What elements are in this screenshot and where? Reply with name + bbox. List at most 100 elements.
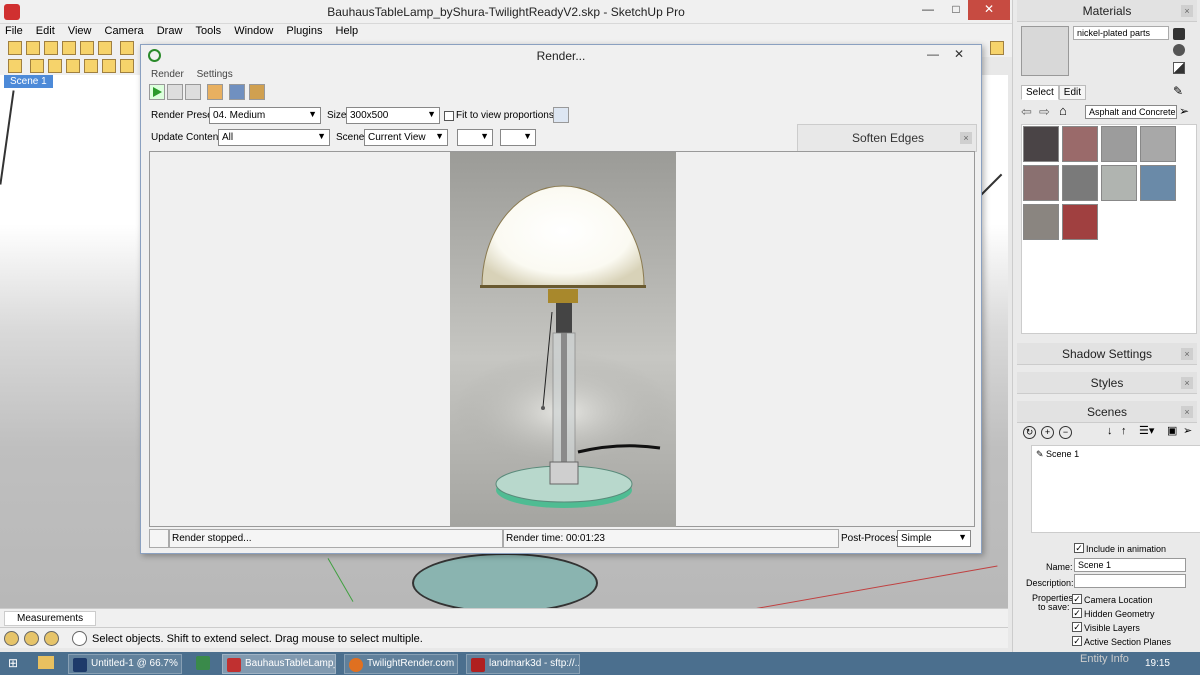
scene-list-item[interactable]: ✎ Scene 1 xyxy=(1036,449,1079,460)
file-explorer-icon[interactable] xyxy=(38,656,54,669)
close-button[interactable]: ✕ xyxy=(968,0,1010,20)
material-swatch[interactable] xyxy=(1101,165,1137,201)
eyedropper-icon[interactable]: ✎ xyxy=(1173,84,1183,98)
front-view-icon[interactable] xyxy=(62,41,76,55)
iso-icon[interactable] xyxy=(8,59,22,73)
size-select[interactable]: 300x500 ▼ xyxy=(346,107,440,124)
copy-image-icon[interactable] xyxy=(229,84,245,100)
layers-dropdown-icon[interactable]: ▼ xyxy=(500,129,536,146)
preset-select[interactable]: 04. Medium ▼ xyxy=(209,107,321,124)
house-icon[interactable] xyxy=(44,41,58,55)
fit-proportions-checkbox[interactable] xyxy=(444,111,454,121)
menu-camera[interactable]: Camera xyxy=(100,24,149,39)
camera-dropdown-icon[interactable]: ▼ xyxy=(457,129,493,146)
start-button-icon[interactable]: ⊞ xyxy=(8,656,18,670)
select-tool-icon[interactable] xyxy=(8,41,22,55)
back-view-icon[interactable] xyxy=(98,41,112,55)
menu-draw[interactable]: Draw xyxy=(152,24,188,39)
material-name-field[interactable]: nickel-plated parts xyxy=(1073,26,1169,40)
render-menu-render[interactable]: Render xyxy=(151,69,184,80)
materials-close-icon[interactable]: × xyxy=(1181,5,1193,17)
save-image-icon[interactable] xyxy=(207,84,223,100)
add-material-icon[interactable] xyxy=(1173,44,1185,56)
credits-icon[interactable] xyxy=(24,631,39,646)
shadow-settings-header[interactable]: Shadow Settings × xyxy=(1017,343,1197,365)
app-icon[interactable] xyxy=(196,656,210,670)
menu-edit[interactable]: Edit xyxy=(31,24,60,39)
shadow-close-icon[interactable]: × xyxy=(1181,348,1193,360)
thumbnail-icon[interactable]: ▣ xyxy=(1167,424,1177,437)
move-down-icon[interactable]: ↓ xyxy=(1107,425,1113,437)
material-swatch[interactable] xyxy=(1101,126,1137,162)
tab-edit[interactable]: Edit xyxy=(1058,85,1087,100)
visible-layers-checkbox[interactable]: ✓ xyxy=(1072,622,1082,632)
material-swatch[interactable] xyxy=(1023,204,1059,240)
tab-select[interactable]: Select xyxy=(1021,85,1059,100)
front-icon[interactable] xyxy=(48,59,62,73)
material-swatch[interactable] xyxy=(1140,165,1176,201)
active-section-planes-checkbox[interactable]: ✓ xyxy=(1072,636,1082,646)
camera-location-checkbox[interactable]: ✓ xyxy=(1072,594,1082,604)
taskbar-item-firefox[interactable]: TwilightRender.com ... xyxy=(344,654,458,674)
scene-name-field[interactable]: Scene 1 xyxy=(1074,558,1186,572)
left-icon[interactable] xyxy=(102,59,116,73)
help-icon[interactable] xyxy=(72,631,87,646)
add-scene-icon[interactable]: + xyxy=(1041,426,1054,439)
home-icon[interactable]: ⌂ xyxy=(1059,103,1067,118)
show-details-icon[interactable]: ➢ xyxy=(1183,424,1192,437)
menu-tools[interactable]: Tools xyxy=(190,24,226,39)
material-library-select[interactable]: Asphalt and Concrete xyxy=(1085,105,1177,119)
sign-in-icon[interactable] xyxy=(44,631,59,646)
include-animation-checkbox[interactable]: ✓ xyxy=(1074,543,1084,553)
scene-tab[interactable]: Scene 1 xyxy=(4,75,53,88)
scene-description-field[interactable] xyxy=(1074,574,1186,588)
menu-file[interactable]: File xyxy=(0,24,28,39)
material-swatch[interactable] xyxy=(1140,126,1176,162)
zoom-extents-icon[interactable] xyxy=(553,107,569,123)
forward-arrow-icon[interactable]: ⇨ xyxy=(1039,104,1050,120)
iso-view-icon[interactable] xyxy=(120,41,134,55)
maximize-button[interactable]: □ xyxy=(942,0,970,20)
taskbar-item-filezilla[interactable]: landmark3d - sftp://... xyxy=(466,654,580,674)
menu-help[interactable]: Help xyxy=(331,24,364,39)
material-swatch[interactable] xyxy=(1062,165,1098,201)
create-material-icon[interactable] xyxy=(1173,28,1185,40)
right-view-icon[interactable] xyxy=(80,41,94,55)
material-swatch[interactable] xyxy=(1023,126,1059,162)
materials-header[interactable]: Materials × xyxy=(1017,0,1197,22)
print-icon[interactable] xyxy=(249,84,265,100)
scenes-header[interactable]: Scenes × xyxy=(1017,401,1197,423)
material-swatch[interactable] xyxy=(1023,165,1059,201)
back-arrow-icon[interactable]: ⇦ xyxy=(1021,104,1032,120)
styles-close-icon[interactable]: × xyxy=(1181,377,1193,389)
menu-view[interactable]: View xyxy=(63,24,97,39)
styles-header[interactable]: Styles × xyxy=(1017,372,1197,394)
update-select[interactable]: All ▼ xyxy=(218,129,330,146)
material-swatch[interactable] xyxy=(1062,126,1098,162)
menu-window[interactable]: Window xyxy=(229,24,278,39)
hidden-geometry-checkbox[interactable]: ✓ xyxy=(1072,608,1082,618)
back-icon[interactable] xyxy=(84,59,98,73)
details-arrow-icon[interactable]: ➢ xyxy=(1179,104,1189,118)
move-up-icon[interactable]: ↑ xyxy=(1121,425,1127,437)
soften-edges-close-icon[interactable]: × xyxy=(960,132,972,144)
view-options-icon[interactable]: ☰▾ xyxy=(1139,424,1154,437)
play-icon[interactable] xyxy=(149,84,165,100)
render-minimize-button[interactable]: — xyxy=(923,45,943,65)
render-close-button[interactable]: ✕ xyxy=(949,45,969,65)
postprocess-select[interactable]: Simple ▼ xyxy=(897,530,971,547)
component-icon[interactable] xyxy=(26,41,40,55)
menu-plugins[interactable]: Plugins xyxy=(281,24,327,39)
material-swatch[interactable] xyxy=(1062,204,1098,240)
toolbar-extra-icon[interactable] xyxy=(990,41,1004,55)
scene-select[interactable]: Current View ▼ xyxy=(364,129,448,146)
taskbar-item-sketchup[interactable]: BauhausTableLamp_... xyxy=(222,654,336,674)
top-icon[interactable] xyxy=(30,59,44,73)
remove-scene-icon[interactable]: − xyxy=(1059,426,1072,439)
right-icon[interactable] xyxy=(66,59,80,73)
stop-icon[interactable] xyxy=(185,84,201,100)
pause-icon[interactable] xyxy=(167,84,183,100)
geo-location-icon[interactable] xyxy=(4,631,19,646)
taskbar-item-photoshop[interactable]: Untitled-1 @ 66.7% (... xyxy=(68,654,182,674)
default-material-icon[interactable] xyxy=(1173,62,1185,74)
